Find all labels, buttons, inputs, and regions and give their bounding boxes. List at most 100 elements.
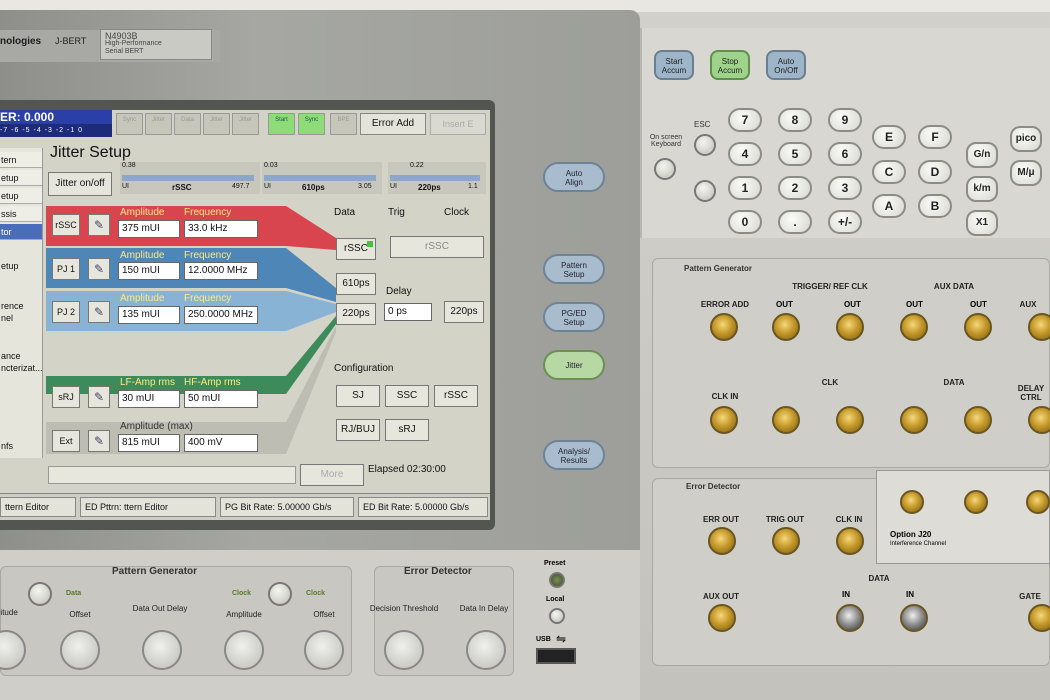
j20-connector[interactable] <box>900 490 924 514</box>
key-7[interactable]: 7 <box>728 108 762 132</box>
sidebar-item[interactable]: tern <box>0 152 42 168</box>
key-0[interactable]: 0 <box>728 210 762 234</box>
clock-select-button[interactable] <box>268 582 292 606</box>
srj-button[interactable]: sRJ <box>52 386 80 408</box>
decision-threshold-knob[interactable] <box>384 630 424 670</box>
jitter-onoff-button[interactable]: Jitter on/off <box>48 172 112 196</box>
rssc-amplitude-field[interactable]: 375 mUI <box>118 220 180 238</box>
pg-clock-amplitude-knob[interactable] <box>224 630 264 670</box>
srj-lf-field[interactable]: 30 mUI <box>118 390 180 408</box>
data-in2-connector[interactable] <box>900 604 928 632</box>
clock-220ps-button[interactable]: 220ps <box>444 301 484 323</box>
config-rssc-button[interactable]: rSSC <box>434 385 478 407</box>
j20-connector[interactable] <box>964 490 988 514</box>
ext-amplitude-field[interactable]: 815 mUI <box>118 434 180 452</box>
key-sign[interactable]: +/- <box>828 210 862 234</box>
sidebar-item[interactable]: nel <box>0 310 42 326</box>
sidebar-item[interactable]: ssis <box>0 206 42 222</box>
sidebar-item[interactable]: etup <box>0 188 42 204</box>
sidebar-item-active[interactable]: tor <box>0 224 42 240</box>
auto-align-button[interactable]: Auto Align <box>543 162 605 192</box>
trigger-out-connector[interactable] <box>772 313 800 341</box>
delay-ctrl-connector[interactable] <box>1028 406 1050 434</box>
pj1-frequency-field[interactable]: 12.0000 MHz <box>184 262 258 280</box>
jitter-button[interactable]: Jitter <box>543 350 605 380</box>
pg-ed-setup-button[interactable]: PG/ED Setup <box>543 302 605 332</box>
config-srj-button[interactable]: sRJ <box>385 419 429 441</box>
edit-pencil-icon[interactable]: ✎ <box>88 301 110 323</box>
key-pico[interactable]: pico <box>1010 126 1042 152</box>
key-e[interactable]: E <box>872 125 906 149</box>
key-d[interactable]: D <box>918 160 952 184</box>
tab-sync-2[interactable]: Sync <box>298 113 325 135</box>
pj1-amplitude-field[interactable]: 150 mUI <box>118 262 180 280</box>
key-x1[interactable]: X1 <box>966 210 998 236</box>
error-add-connector[interactable] <box>710 313 738 341</box>
auto-onoff-button[interactable]: Auto On/Off <box>766 50 806 80</box>
pj1-button[interactable]: PJ 1 <box>52 258 80 280</box>
edit-pencil-icon[interactable]: ✎ <box>88 386 110 408</box>
data-out2-connector[interactable] <box>964 406 992 434</box>
pg-data-offset-knob[interactable] <box>60 630 100 670</box>
data-in-delay-knob[interactable] <box>466 630 506 670</box>
data-select-button[interactable] <box>28 582 52 606</box>
refclk-out-connector[interactable] <box>836 313 864 341</box>
tab-bpe[interactable]: BPE <box>330 113 357 135</box>
sidebar-item[interactable]: etup <box>0 170 42 186</box>
trig-rssc-button[interactable]: rSSC <box>390 236 484 258</box>
stop-accum-button[interactable]: Stop Accum <box>710 50 750 80</box>
key-5[interactable]: 5 <box>778 142 812 166</box>
data-out-delay-knob[interactable] <box>142 630 182 670</box>
key-1[interactable]: 1 <box>728 176 762 200</box>
more-button[interactable]: More <box>300 464 364 486</box>
key-c[interactable]: C <box>872 160 906 184</box>
delay-610ps-button[interactable]: 610ps <box>336 273 376 295</box>
key-8[interactable]: 8 <box>778 108 812 132</box>
insert-error-button[interactable]: Insert E <box>430 113 486 135</box>
tab-sync[interactable]: Sync <box>116 113 143 135</box>
ext-voltage-field[interactable]: 400 mV <box>184 434 258 452</box>
srj-hf-field[interactable]: 50 mUI <box>184 390 258 408</box>
tab-jitter-2[interactable]: Jitter <box>203 113 230 135</box>
key-giga-nano[interactable]: G/n <box>966 142 998 168</box>
ext-button[interactable]: Ext <box>52 430 80 452</box>
edit-pencil-icon[interactable]: ✎ <box>88 430 110 452</box>
j20-connector[interactable] <box>1026 490 1050 514</box>
key-mega-micro[interactable]: M/μ <box>1010 160 1042 186</box>
key-2[interactable]: 2 <box>778 176 812 200</box>
data-rssc-button[interactable]: rSSC <box>336 238 376 260</box>
error-add-button[interactable]: Error Add <box>360 113 426 135</box>
sidebar-item[interactable]: ncterizat... <box>0 360 43 376</box>
aux-data-out-connector[interactable] <box>900 313 928 341</box>
preset-button[interactable] <box>549 572 565 588</box>
key-b[interactable]: B <box>918 194 952 218</box>
gate-connector[interactable] <box>1028 604 1050 632</box>
key-3[interactable]: 3 <box>828 176 862 200</box>
clk-out2-connector[interactable] <box>836 406 864 434</box>
aux-out-connector[interactable] <box>708 604 736 632</box>
key-decimal[interactable]: . <box>778 210 812 234</box>
ed-clk-in-connector[interactable] <box>836 527 864 555</box>
tab-start[interactable]: Start <box>268 113 295 135</box>
edit-pencil-icon[interactable]: ✎ <box>88 214 110 236</box>
delay-220ps-button[interactable]: 220ps <box>336 303 376 325</box>
tab-data[interactable]: Data <box>174 113 201 135</box>
sidebar-item[interactable]: nfs <box>0 438 42 454</box>
data-out-connector[interactable] <box>900 406 928 434</box>
aux-connector[interactable] <box>1028 313 1050 341</box>
pj2-amplitude-field[interactable]: 135 mUI <box>118 306 180 324</box>
esc-button[interactable] <box>694 134 716 156</box>
clk-in-connector[interactable] <box>710 406 738 434</box>
edit-pencil-icon[interactable]: ✎ <box>88 258 110 280</box>
data-in-connector[interactable] <box>836 604 864 632</box>
key-f[interactable]: F <box>918 125 952 149</box>
pj2-frequency-field[interactable]: 250.0000 MHz <box>184 306 258 324</box>
sidebar-item[interactable]: etup <box>0 258 42 274</box>
config-ssc-button[interactable]: SSC <box>385 385 429 407</box>
trig-out-connector[interactable] <box>772 527 800 555</box>
aux-data-out2-connector[interactable] <box>964 313 992 341</box>
key-6[interactable]: 6 <box>828 142 862 166</box>
rssc-frequency-field[interactable]: 33.0 kHz <box>184 220 258 238</box>
tab-jitter-1[interactable]: Jitter <box>145 113 172 135</box>
pg-clock-offset-knob[interactable] <box>304 630 344 670</box>
